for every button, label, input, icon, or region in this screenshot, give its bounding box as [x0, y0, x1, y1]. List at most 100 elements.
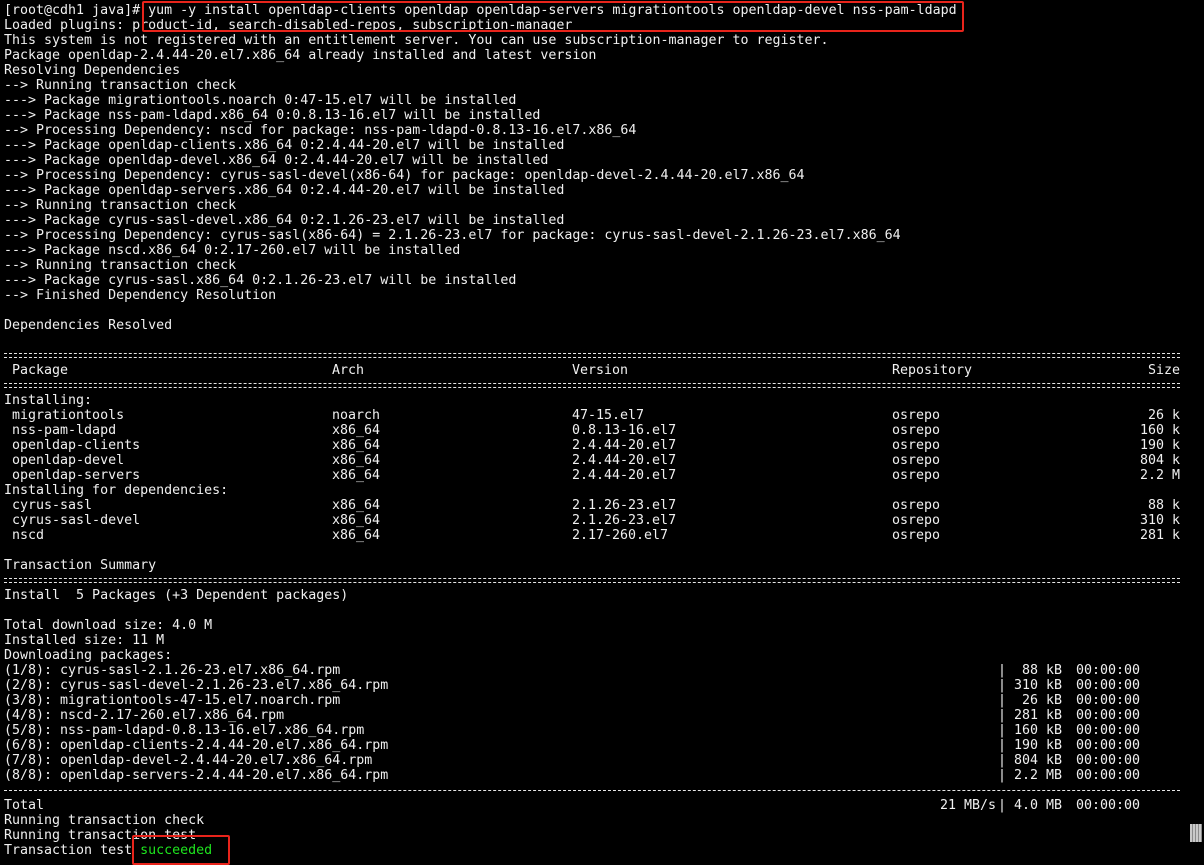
package-version: 2.17-260.el7 [572, 528, 669, 543]
output-line: Total download size: 4.0 M [4, 618, 213, 633]
output-line: ---> Package nscd.x86_64 0:2.17-260.el7 … [4, 243, 461, 258]
download-file: (5/8): nss-pam-ldapd-0.8.13-16.el7.x86_6… [4, 723, 365, 738]
final-prefix: Transaction test [4, 843, 141, 858]
package-name: openldap-devel [4, 453, 125, 468]
download-row: (4/8): nscd-2.17-260.el7.x86_64.rpm | 281 … [4, 708, 1184, 723]
output-line: ---> Package cyrus-sasl.x86_64 0:2.1.26-… [4, 273, 517, 288]
package-repository: osrepo [892, 513, 941, 528]
output-line: --> Finished Dependency Resolution [4, 288, 277, 303]
output-line: --> Processing Dependency: cyrus-sasl(x8… [4, 228, 901, 243]
install-summary: Install 5 Packages (+3 Dependent package… [4, 588, 349, 603]
download-row: (2/8): cyrus-sasl-devel-2.1.26-23.el7.x8… [4, 678, 1184, 693]
package-arch: x86_64 [332, 513, 381, 528]
package-repository: osrepo [892, 468, 941, 483]
package-arch: x86_64 [332, 468, 381, 483]
output-line: --> Processing Dependency: cyrus-sasl-de… [4, 168, 805, 183]
download-time: 00:00:00 [1076, 723, 1141, 738]
download-time: 00:00:00 [1076, 738, 1141, 753]
package-arch: x86_64 [332, 498, 381, 513]
package-version: 2.1.26-23.el7 [572, 513, 677, 528]
package-arch: x86_64 [332, 423, 381, 438]
download-size: 281 kB [1013, 708, 1062, 723]
column-bar: | [998, 678, 1007, 693]
table-row: nss-pam-ldapd x86_64 0.8.13-16.el7 osrepo 16… [4, 423, 1184, 438]
output-line: Package openldap-2.4.44-20.el7.x86_64 al… [4, 48, 597, 63]
download-file: (3/8): migrationtools-47-15.el7.noarch.r… [4, 693, 341, 708]
output-line: This system is not registered with an en… [4, 33, 829, 48]
table-row: migrationtools noarch 47-15.el7 osrepo 26 k [4, 408, 1184, 423]
summary-title: Transaction Summary [4, 558, 157, 573]
terminal-window[interactable]: Mon Nov 23 16:26:54 CST 2020[root@cdh1 j… [0, 0, 1204, 865]
download-size: 310 kB [1013, 678, 1062, 693]
package-version: 2.4.44-20.el7 [572, 453, 677, 468]
success-text: succeeded [140, 843, 213, 858]
table-row: cyrus-sasl-devel x86_64 2.1.26-23.el7 osrep… [4, 513, 1184, 528]
package-repository: osrepo [892, 423, 941, 438]
output-line: ---> Package cyrus-sasl-devel.x86_64 0:2… [4, 213, 565, 228]
download-row: (7/8): openldap-devel-2.4.44-20.el7.x86_… [4, 753, 1184, 768]
download-size: 26 kB [1021, 693, 1062, 708]
total-row: Total 21 MB/s | 4.0 MB 00:00:00 [4, 798, 1184, 813]
download-time: 00:00:00 [1076, 678, 1141, 693]
download-time: 00:00:00 [1076, 663, 1141, 678]
package-arch: x86_64 [332, 438, 381, 453]
package-repository: osrepo [892, 438, 941, 453]
package-version: 2.1.26-23.el7 [572, 498, 677, 513]
command-text: yum -y install openldap-clients openldap… [148, 3, 957, 18]
package-repository: osrepo [892, 408, 941, 423]
total-size: 4.0 MB [1013, 798, 1062, 813]
download-size: 804 kB [1013, 753, 1062, 768]
header-size: Size [1147, 363, 1180, 378]
package-arch: x86_64 [332, 528, 381, 543]
download-file: (4/8): nscd-2.17-260.el7.x86_64.rpm [4, 708, 285, 723]
column-bar: | [998, 708, 1007, 723]
package-name: openldap-clients [4, 438, 141, 453]
column-bar: | [998, 738, 1007, 753]
column-bar: | [998, 798, 1007, 813]
download-size: 2.2 MB [1013, 768, 1062, 783]
package-version: 0.8.13-16.el7 [572, 423, 677, 438]
table-row: cyrus-sasl x86_64 2.1.26-23.el7 osrepo 88 k [4, 498, 1184, 513]
download-size: 160 kB [1013, 723, 1062, 738]
header-arch: Arch [332, 363, 365, 378]
package-size: 160 k [1139, 423, 1180, 438]
download-time: 00:00:00 [1076, 708, 1141, 723]
output-line: ---> Package nss-pam-ldapd.x86_64 0:0.8.… [4, 108, 541, 123]
table-section-label: Installing for dependencies: [4, 483, 229, 498]
separator-line [4, 783, 1184, 798]
final-status-line: Transaction test succeeded [4, 843, 1184, 858]
output-line: Running transaction test [4, 828, 197, 843]
table-section-label: Installing: [4, 393, 93, 408]
package-repository: osrepo [892, 528, 941, 543]
package-version: 2.4.44-20.el7 [572, 468, 677, 483]
download-row: (6/8): openldap-clients-2.4.44-20.el7.x8… [4, 738, 1184, 753]
output-line: Running transaction check [4, 813, 205, 828]
package-arch: x86_64 [332, 453, 381, 468]
package-size: 2.2 M [1139, 468, 1180, 483]
terminal-output: Mon Nov 23 16:26:54 CST 2020[root@cdh1 j… [4, 0, 1184, 858]
output-line: ---> Package openldap-devel.x86_64 0:2.4… [4, 153, 549, 168]
column-bar: | [998, 693, 1007, 708]
download-file: (7/8): openldap-devel-2.4.44-20.el7.x86_… [4, 753, 373, 768]
package-size: 88 k [1147, 498, 1180, 513]
output-line: --> Processing Dependency: nscd for pack… [4, 123, 637, 138]
scrollbar-grip[interactable] [1190, 824, 1202, 842]
total-time: 00:00:00 [1076, 798, 1141, 813]
output-line: Dependencies Resolved [4, 318, 173, 333]
separator-line [4, 573, 1184, 588]
download-time: 00:00:00 [1076, 753, 1141, 768]
table-header-row: Package Arch Version Repository Size [4, 363, 1184, 378]
header-version: Version [572, 363, 629, 378]
package-repository: osrepo [892, 498, 941, 513]
download-time: 00:00:00 [1076, 693, 1141, 708]
package-version: 2.4.44-20.el7 [572, 438, 677, 453]
package-repository: osrepo [892, 453, 941, 468]
package-name: nscd [4, 528, 45, 543]
output-line: ---> Package migrationtools.noarch 0:47-… [4, 93, 517, 108]
output-line: Loaded plugins: product-id, search-disab… [4, 18, 573, 33]
output-line: --> Running transaction check [4, 78, 237, 93]
table-row: nscd x86_64 2.17-260.el7 osrepo 281 k [4, 528, 1184, 543]
